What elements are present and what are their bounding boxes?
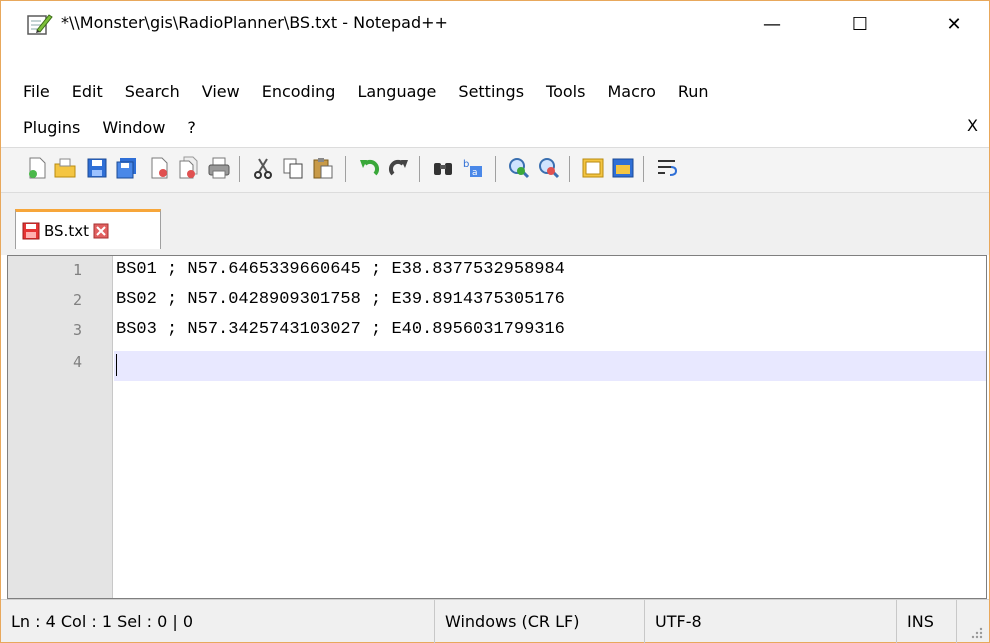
text-editor[interactable]: 1 2 3 4 BS01 ; N57.6465339660645 ; E38.8… [7,255,987,599]
status-bar: Ln : 4 Col : 1 Sel : 0 | 0 Windows (CR L… [1,599,989,643]
undo-icon[interactable] [357,156,381,180]
toolbar-separator [569,156,570,182]
save-icon[interactable] [85,156,109,180]
new-file-icon[interactable] [25,156,49,180]
toolbar-separator [419,156,420,182]
text-caret [116,354,117,376]
replace-icon[interactable]: ba [461,156,485,180]
resize-grip-icon[interactable] [961,622,985,640]
sync-vertical-icon[interactable] [581,156,605,180]
print-icon[interactable] [207,156,231,180]
copy-icon[interactable] [281,156,305,180]
menu-help[interactable]: ? [176,116,207,140]
line-number: 4 [72,353,82,371]
redo-icon[interactable] [387,156,411,180]
notepad-app-icon [27,14,53,35]
menu-plugins[interactable]: Plugins [11,116,91,140]
code-line[interactable]: BS03 ; N57.3425743103027 ; E40.895603179… [116,320,565,339]
code-area[interactable]: BS01 ; N57.6465339660645 ; E38.837753295… [114,256,986,598]
menu-view[interactable]: View [191,80,251,104]
toolbar-separator [495,156,496,182]
tab-label: BS.txt [44,221,89,240]
unsaved-file-icon [22,222,40,239]
code-line[interactable]: BS01 ; N57.6465339660645 ; E38.837753295… [116,260,565,279]
menu-file[interactable]: File [11,80,61,104]
svg-text:b: b [463,159,469,170]
find-icon[interactable] [431,156,455,180]
menu-window[interactable]: Window [91,116,176,140]
status-cursor-position: Ln : 4 Col : 1 Sel : 0 | 0 [1,600,435,643]
current-line-highlight [114,351,986,381]
close-file-icon[interactable] [147,156,171,180]
status-encoding[interactable]: UTF-8 [645,600,897,643]
close-icon: ✕ [946,13,962,35]
line-number: 2 [72,291,82,309]
notepad-plus-plus-window: *\\Monster\gis\RadioPlanner\BS.txt - Not… [0,0,990,643]
menu-row-1: File Edit Search View Encoding Language … [11,79,720,105]
word-wrap-icon[interactable] [655,156,679,180]
code-line[interactable]: BS02 ; N57.0428909301758 ; E39.891437530… [116,290,565,309]
line-number: 3 [72,321,82,339]
menu-macro[interactable]: Macro [596,80,666,104]
menu-search[interactable]: Search [114,80,191,104]
document-tab-bar: BS.txt [1,193,989,255]
menu-encoding[interactable]: Encoding [251,80,347,104]
menu-run[interactable]: Run [667,80,720,104]
close-window-button[interactable]: ✕ [931,1,977,47]
line-number: 1 [72,261,82,279]
menu-row-2: Plugins Window ? [11,115,207,141]
title-bar[interactable]: *\\Monster\gis\RadioPlanner\BS.txt - Not… [1,1,989,47]
menu-settings[interactable]: Settings [447,80,535,104]
save-all-icon[interactable] [115,156,139,180]
minimize-icon: — [763,13,781,35]
toolbar-separator [345,156,346,182]
menu-bar: File Edit Search View Encoding Language … [1,47,989,147]
line-number-gutter: 1 2 3 4 [8,256,113,598]
minimize-button[interactable]: — [749,1,795,47]
tab-close-icon[interactable] [93,223,109,239]
toolbar-separator [643,156,644,182]
open-file-icon[interactable] [53,156,77,180]
tab-bs-txt[interactable]: BS.txt [15,209,161,249]
menu-edit[interactable]: Edit [61,80,114,104]
toolbar-separator [239,156,240,182]
menu-language[interactable]: Language [346,80,447,104]
window-title: *\\Monster\gis\RadioPlanner\BS.txt - Not… [61,13,448,32]
sync-horizontal-icon[interactable] [611,156,635,180]
zoom-out-icon[interactable] [537,156,561,180]
close-all-icon[interactable] [177,156,201,180]
status-insert-mode[interactable]: INS [897,600,957,643]
menu-tools[interactable]: Tools [535,80,596,104]
cut-icon[interactable] [251,156,275,180]
svg-text:a: a [472,168,478,178]
paste-icon[interactable] [311,156,335,180]
toolbar: ba [1,147,989,193]
maximize-button[interactable]: ☐ [837,1,883,47]
close-document-button[interactable]: X [967,116,978,135]
status-line-ending[interactable]: Windows (CR LF) [435,600,645,643]
zoom-in-icon[interactable] [507,156,531,180]
maximize-icon: ☐ [851,13,869,35]
